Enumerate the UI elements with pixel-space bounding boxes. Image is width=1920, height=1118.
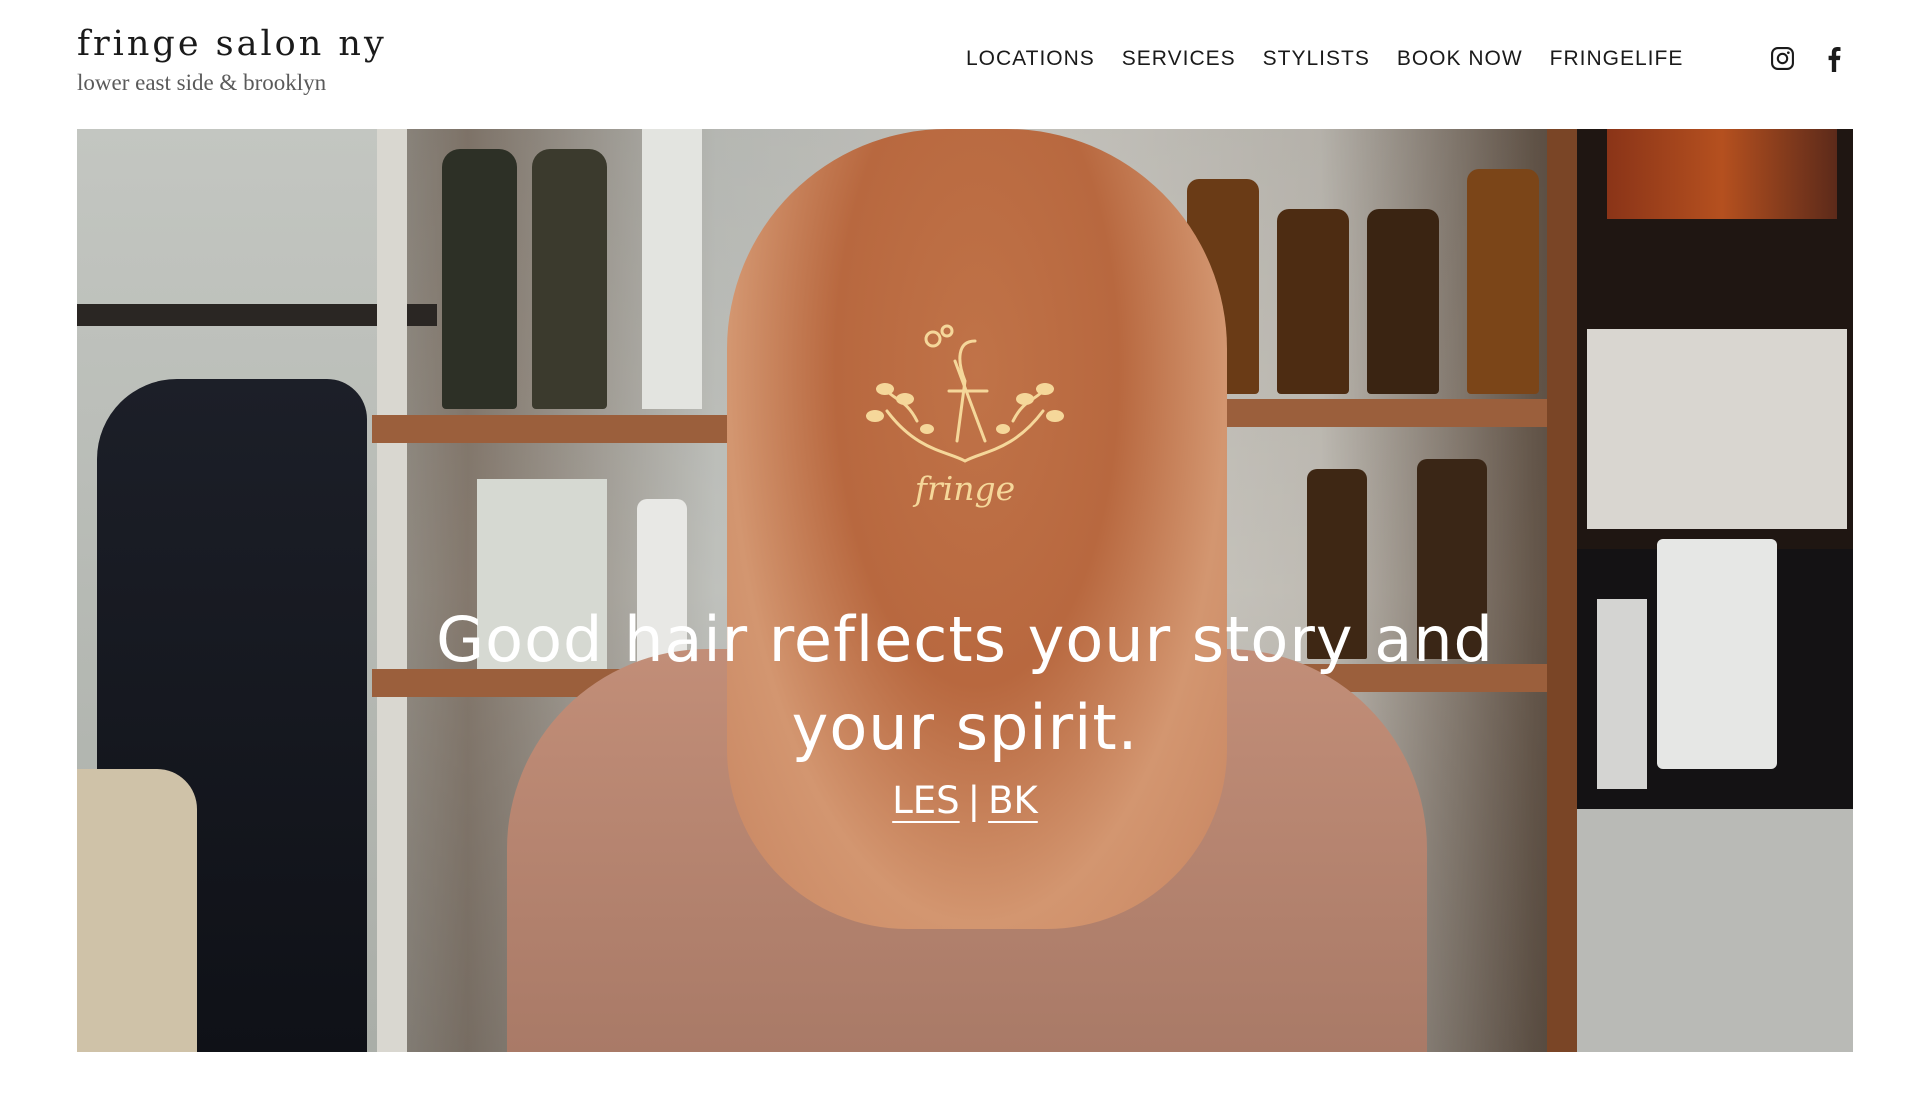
location-links: LES | BK [77,779,1853,822]
site-tagline: lower east side & brooklyn [77,70,327,95]
nav-book-now[interactable]: BOOK NOW [1397,44,1523,74]
nav-services[interactable]: SERVICES [1122,44,1236,74]
amber-bottle [1467,169,1539,394]
link-les[interactable]: LES [892,779,959,822]
fringe-logo: fringe [857,321,1073,521]
instagram-icon [1771,47,1794,70]
product-bottle [532,149,607,409]
link-separator: | [967,779,981,822]
hero-banner: fringe Good hair reflects your story and… [77,129,1853,1052]
product-jars [1607,129,1837,219]
scissors-f-monogram-icon [866,324,1064,463]
wood-post-right [1547,129,1577,1052]
shelf-unit-left [377,129,407,1052]
hero-headline-line2: your spirit. [791,690,1139,764]
site-title[interactable]: fringe salon ny [77,22,387,66]
nav-fringelife[interactable]: FRINGELIFE [1550,44,1684,74]
amber-bottle [1367,209,1439,394]
hero-headline-line1: Good hair reflects your story and [436,602,1494,676]
hero-headline: Good hair reflects your story and your s… [77,596,1853,772]
site-header: fringe salon ny lower east side & brookl… [0,0,1920,128]
product-bottle [442,149,517,409]
product-box [642,129,702,409]
link-bk[interactable]: BK [988,779,1038,822]
instagram-link[interactable] [1770,46,1795,71]
facebook-icon [1828,46,1841,72]
facebook-link[interactable] [1826,46,1842,72]
product-boxes [1587,329,1847,529]
brand[interactable]: fringe salon ny lower east side & brookl… [77,22,387,98]
wall-lower-right [1577,809,1853,1052]
nav-stylists[interactable]: STYLISTS [1263,44,1370,74]
main-nav: LOCATIONS SERVICES STYLISTS BOOK NOW FRI… [966,44,1710,74]
nav-locations[interactable]: LOCATIONS [966,44,1095,74]
amber-bottle [1277,209,1349,394]
logo-wordmark: fringe [914,469,1016,508]
